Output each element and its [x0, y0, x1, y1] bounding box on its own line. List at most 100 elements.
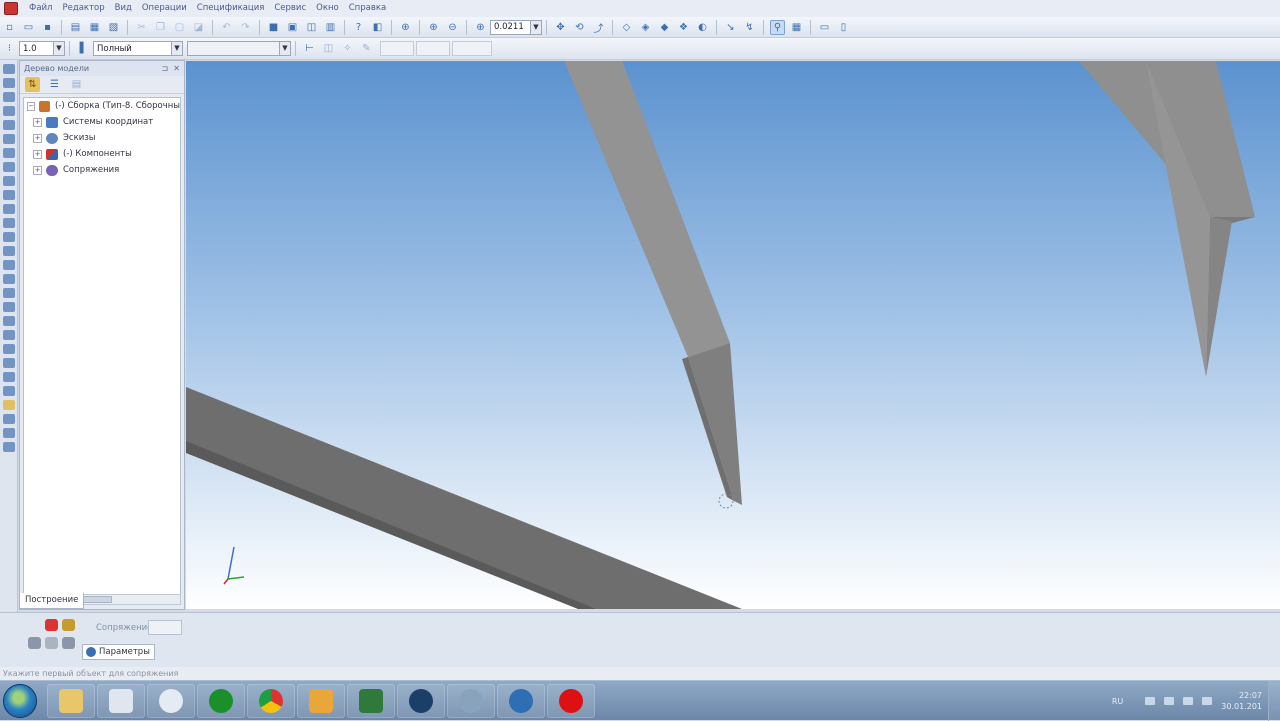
variables-icon[interactable]: ◫	[304, 20, 319, 35]
chevron-down-icon[interactable]: ▼	[530, 20, 541, 34]
pipe-icon[interactable]	[3, 316, 15, 326]
shaded-icon[interactable]: ◆	[657, 20, 672, 35]
format-icon[interactable]: ◪	[191, 20, 206, 35]
snap-icon[interactable]: ⚲	[770, 19, 785, 35]
dimension-icon[interactable]	[3, 232, 15, 242]
menu-view[interactable]: Вид	[110, 0, 137, 17]
shaded-edges-icon[interactable]: ❖	[676, 20, 691, 35]
cut-icon[interactable]: ✂	[134, 20, 149, 35]
mate-icon[interactable]	[3, 246, 15, 256]
plane-tool-icon[interactable]	[3, 120, 15, 130]
zoom-scale-combo[interactable]: 0.0211 ▼	[490, 19, 542, 35]
fastener-icon[interactable]	[3, 302, 15, 312]
menu-service[interactable]: Сервис	[269, 0, 311, 17]
taskbar-explorer[interactable]	[47, 683, 95, 718]
tool-icon[interactable]	[62, 619, 75, 631]
model-viewport[interactable]	[186, 61, 1280, 609]
line-width-combo[interactable]: 1.0 ▼	[19, 41, 65, 56]
report-icon[interactable]	[3, 218, 15, 228]
panel-a-icon[interactable]: ▭	[817, 20, 832, 35]
print-icon[interactable]: ▤	[68, 20, 83, 35]
component-icon[interactable]	[3, 92, 15, 102]
close-icon[interactable]: ✕	[173, 64, 180, 73]
tab-construction[interactable]: Построение	[19, 593, 85, 609]
manager-icon[interactable]: ■	[266, 20, 281, 35]
chevron-down-icon[interactable]: ▼	[279, 42, 290, 55]
app-icon[interactable]	[4, 2, 18, 15]
surfaces-icon[interactable]	[3, 148, 15, 158]
zoom-out-icon[interactable]: ⊖	[445, 20, 460, 35]
rotate-icon[interactable]: ⟲	[572, 20, 587, 35]
tray-arrow-icon[interactable]	[1145, 697, 1156, 705]
render-icon[interactable]	[3, 372, 15, 382]
tree-item-components[interactable]: + (-) Компоненты	[24, 146, 180, 162]
create-object-icon[interactable]	[28, 637, 41, 649]
macro-icon[interactable]	[3, 428, 15, 438]
tree-item-constraints[interactable]: + Сопряжения	[24, 162, 180, 178]
menu-specification[interactable]: Спецификация	[192, 0, 270, 17]
cable-icon[interactable]	[3, 330, 15, 340]
coord-field-1[interactable]	[380, 41, 414, 56]
help-object-icon[interactable]	[62, 637, 75, 649]
undo-icon[interactable]: ↶	[219, 20, 234, 35]
expand-icon[interactable]: +	[33, 133, 42, 143]
preview-icon[interactable]: ▦	[87, 20, 102, 35]
taskbar-notepad[interactable]	[97, 683, 145, 718]
redo-icon[interactable]: ↷	[238, 20, 253, 35]
tray-flag-icon[interactable]	[1164, 697, 1175, 705]
menu-window[interactable]: Окно	[311, 0, 344, 17]
expand-icon[interactable]: +	[33, 149, 42, 159]
show-desktop-button[interactable]	[1268, 681, 1280, 721]
pin-icon[interactable]: ⊐	[162, 64, 169, 73]
library-tool-icon[interactable]	[3, 414, 15, 424]
zoom-scale-icon[interactable]: ⊕	[473, 20, 488, 35]
language-indicator[interactable]: RU	[1112, 697, 1123, 706]
open-file-icon[interactable]: ▭	[21, 20, 36, 35]
perspective-icon[interactable]: ◐	[695, 20, 710, 35]
taskbar-network[interactable]	[497, 683, 545, 718]
plane-icon[interactable]: ◫	[321, 41, 336, 56]
new-file-icon[interactable]: ▫	[2, 20, 17, 35]
taskbar-viewer[interactable]	[347, 683, 395, 718]
chevron-down-icon[interactable]: ▼	[171, 42, 182, 55]
tab-parameters[interactable]: Параметры	[82, 644, 155, 660]
pan-icon[interactable]: ✥	[553, 20, 568, 35]
local-cs-icon[interactable]: ⊢	[302, 41, 317, 56]
taskbar-media[interactable]	[297, 683, 345, 718]
taskbar-audio[interactable]	[447, 683, 495, 718]
part-icon[interactable]	[3, 78, 15, 88]
array-icon[interactable]	[3, 162, 15, 172]
tray-network-icon[interactable]	[1183, 697, 1194, 705]
library-icon[interactable]: ▣	[285, 20, 300, 35]
graphics-icon[interactable]: ▥	[323, 20, 338, 35]
collapse-icon[interactable]: −	[27, 101, 36, 111]
zoom-window-icon[interactable]: ⊕	[398, 20, 413, 35]
tree-root[interactable]: − (-) Сборка (Тип-8. Сборочны	[24, 98, 180, 114]
expand-icon[interactable]: +	[33, 117, 42, 127]
clock[interactable]: 22:07 30.01.201	[1221, 690, 1262, 712]
tree-item-sketches[interactable]: + Эскизы	[24, 130, 180, 146]
taskbar-kompas[interactable]	[147, 683, 195, 718]
section-icon[interactable]	[3, 260, 15, 270]
sketch-mode-icon[interactable]: ✎	[359, 41, 374, 56]
settings-tool-icon[interactable]	[3, 386, 15, 396]
tree-view-icon[interactable]: ☰	[47, 77, 62, 92]
info-icon[interactable]: ◧	[370, 20, 385, 35]
orientation-icon[interactable]: ✧	[340, 41, 355, 56]
line-style-icon[interactable]: ⁝	[2, 41, 17, 56]
axis-icon[interactable]	[3, 106, 15, 116]
weld-icon[interactable]	[3, 274, 15, 284]
extras-icon[interactable]	[3, 442, 15, 452]
help-pointer-icon[interactable]: ?	[351, 20, 366, 35]
measure-icon[interactable]	[3, 176, 15, 186]
menu-operations[interactable]: Операции	[137, 0, 192, 17]
curves-icon[interactable]	[3, 134, 15, 144]
taskbar-steam[interactable]	[397, 683, 445, 718]
orient-icon[interactable]: ⤴	[591, 20, 606, 35]
save-icon[interactable]: ▪	[40, 20, 55, 35]
tray-volume-icon[interactable]	[1202, 697, 1213, 705]
display-mode-icon[interactable]: ▌	[76, 41, 91, 56]
wireframe-icon[interactable]: ◇	[619, 20, 634, 35]
mold-icon[interactable]	[3, 344, 15, 354]
start-button[interactable]	[3, 683, 37, 718]
